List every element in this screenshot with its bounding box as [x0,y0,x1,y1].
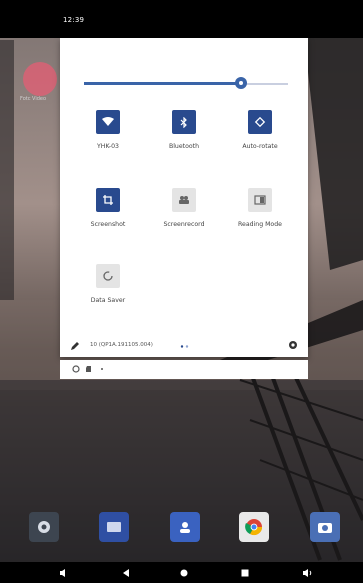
messages-icon[interactable] [99,512,129,542]
sd-card-icon [86,366,91,372]
data-saver-icon [96,264,120,288]
brightness-thumb[interactable] [235,77,248,89]
screenrecord-icon [172,188,196,212]
tile-auto-rotate[interactable]: Auto-rotate [222,110,298,150]
navigation-bar [0,562,363,583]
chrome-icon[interactable] [239,512,269,542]
tile-reading-mode[interactable]: Reading Mode [222,188,298,228]
background-app-icon [23,62,57,96]
settings-icon[interactable] [29,512,59,542]
volume-down-icon[interactable] [58,567,70,579]
tile-screenshot[interactable]: Screenshot [70,188,146,228]
background-app-label: Fotc Video [20,96,47,102]
brightness-slider[interactable] [84,77,288,89]
reading-mode-icon [248,188,272,212]
tile-bluetooth[interactable]: Bluetooth [146,110,222,150]
contacts-icon[interactable] [170,512,200,542]
camera-icon[interactable] [310,512,340,542]
settings-gear-icon[interactable] [288,340,298,350]
screenshot-icon [96,188,120,212]
recents-icon[interactable] [239,567,251,579]
brightness-icon [239,81,244,85]
clock: 12:39 [63,16,85,24]
brightness-fill [84,82,242,85]
build-number[interactable]: 10 (QP1A.191105.004) [90,342,153,348]
home-icon[interactable] [178,567,190,579]
device-screen: Fotc Video 12:39 YHK-03 Bluetooth Auto-r… [0,0,363,583]
edit-icon[interactable] [70,341,80,351]
status-bar: 12:39 [0,0,363,38]
quick-settings-footer: 10 (QP1A.191105.004) [60,338,308,357]
volume-up-icon[interactable] [301,567,313,579]
more-dot-icon [101,368,103,370]
tile-label: Data Saver [90,297,126,304]
tile-screenrecord[interactable]: Screenrecord [146,188,222,228]
tile-label: Reading Mode [238,221,282,228]
sync-icon [72,365,80,373]
quick-settings-panel: YHK-03 Bluetooth Auto-rotate Screenshot [60,38,308,357]
tile-label: YHK-03 [97,143,119,150]
page-indicator [180,345,189,348]
tile-label: Screenrecord [163,221,205,228]
tile-data-saver[interactable]: Data Saver [70,264,146,304]
back-icon[interactable] [120,567,132,579]
notification-icons-strip[interactable] [60,360,308,379]
tile-label: Screenshot [90,221,126,228]
tile-label: Auto-rotate [242,143,278,150]
auto-rotate-icon [248,110,272,134]
bluetooth-icon [172,110,196,134]
wifi-icon [96,110,120,134]
tile-wifi[interactable]: YHK-03 [70,110,146,150]
tile-label: Bluetooth [168,143,200,150]
